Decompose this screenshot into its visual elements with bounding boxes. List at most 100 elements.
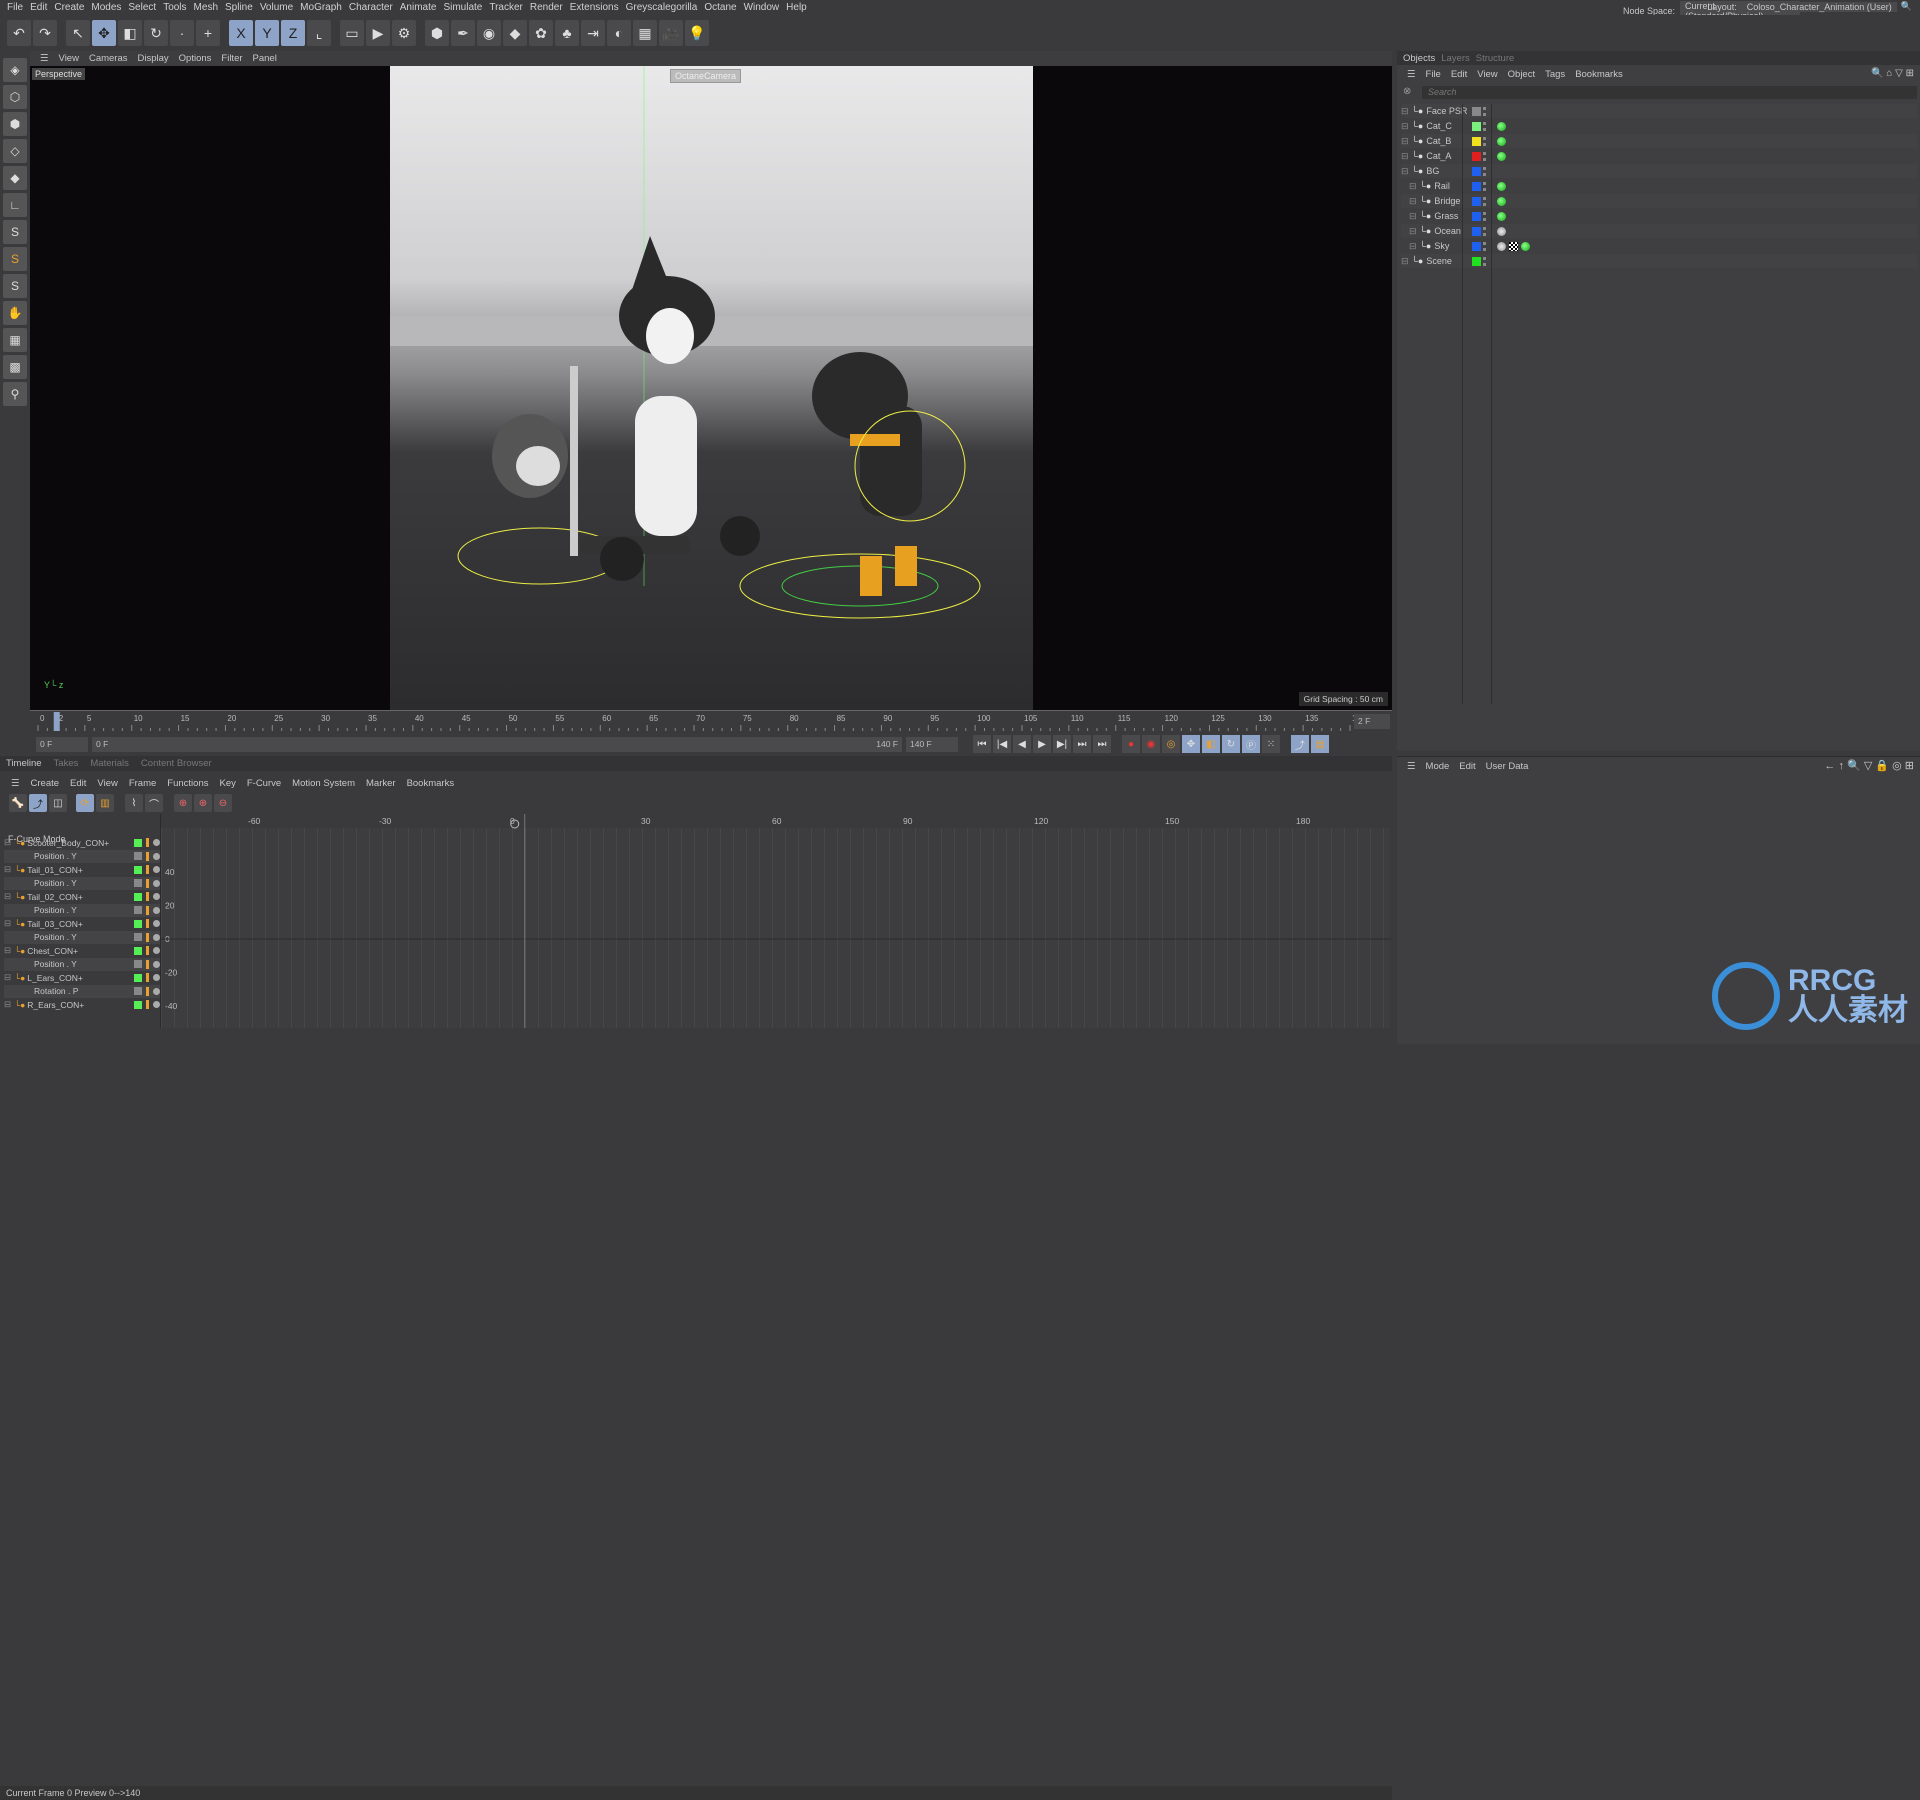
- visibility-dots-icon[interactable]: [1483, 196, 1486, 206]
- green-tag-icon[interactable]: [1521, 241, 1530, 251]
- model-mode-icon[interactable]: ⬡: [3, 85, 27, 109]
- track-layer-icon[interactable]: [146, 986, 149, 996]
- green-tag-icon[interactable]: [1497, 151, 1506, 161]
- menu-file[interactable]: File: [7, 2, 23, 13]
- object-name[interactable]: Cat_B: [1426, 136, 1451, 146]
- object-name[interactable]: Scene: [1426, 256, 1452, 266]
- move-icon[interactable]: ✥: [92, 20, 116, 46]
- green-tag-icon[interactable]: [1497, 181, 1506, 191]
- object-name[interactable]: Cat_A: [1426, 151, 1451, 161]
- track-solo-dot[interactable]: [153, 987, 160, 995]
- visibility-dots-icon[interactable]: [1483, 151, 1486, 161]
- tab-layers[interactable]: Layers: [1441, 53, 1470, 64]
- key-rotation-icon[interactable]: ↻: [1222, 735, 1240, 753]
- object-row[interactable]: ⊟ └● Rail: [1401, 179, 1917, 193]
- key-param-icon[interactable]: Ⓟ: [1242, 735, 1260, 753]
- viewport-menu-cameras[interactable]: Cameras: [89, 53, 128, 64]
- track-name[interactable]: Position . Y: [34, 905, 134, 915]
- track-name[interactable]: R_Ears_CON+: [27, 1000, 134, 1010]
- green-tag-icon[interactable]: [1497, 136, 1506, 146]
- object-row[interactable]: ⊟ └● Scene: [1401, 254, 1917, 268]
- viewport-menu-view[interactable]: View: [59, 53, 79, 64]
- deformer-icon[interactable]: ⇥: [581, 20, 605, 46]
- material-tag-icon[interactable]: [1497, 226, 1506, 236]
- record-icon[interactable]: ●: [1122, 735, 1140, 753]
- viewport[interactable]: Perspective OctaneCamera Grid Spacing : …: [30, 66, 1392, 710]
- menu-tools[interactable]: Tools: [163, 2, 186, 13]
- track-layer-icon[interactable]: [146, 878, 149, 888]
- menu-volume[interactable]: Volume: [260, 2, 293, 13]
- keyframe-selection-icon[interactable]: ◎: [1162, 735, 1180, 753]
- hamburger-icon[interactable]: ☰: [40, 53, 49, 64]
- mograph-icon[interactable]: ✿: [529, 20, 553, 46]
- remove-key-icon[interactable]: ⊖: [214, 794, 232, 812]
- f-curve-graph[interactable]: -60 -30 0 30 60 90 120 150 180 40 20 0 -20 -40: [160, 814, 1391, 1028]
- visibility-dots-icon[interactable]: [1483, 166, 1486, 176]
- visibility-dots-icon[interactable]: [1483, 211, 1486, 221]
- f-curve-mode-icon[interactable]: ⤴: [29, 794, 47, 812]
- object-menu-object[interactable]: Object: [1508, 69, 1535, 80]
- object-row[interactable]: ⊟ └● Cat_C: [1401, 119, 1917, 133]
- start-frame-field[interactable]: 0 F: [36, 736, 88, 752]
- green-tag-icon[interactable]: [1497, 196, 1506, 206]
- track-solo-dot[interactable]: [153, 933, 160, 941]
- timeline-menu-key[interactable]: Key: [219, 778, 235, 789]
- track-layer-icon[interactable]: [146, 892, 149, 901]
- motion-mode-icon[interactable]: ◫: [49, 794, 67, 812]
- timeline-menu-marker[interactable]: Marker: [366, 778, 396, 789]
- visibility-dots-icon[interactable]: [1483, 106, 1486, 116]
- up-arrow-icon[interactable]: ↑: [1838, 760, 1844, 772]
- grid-icon[interactable]: ▦: [3, 328, 27, 352]
- polygons-mode-icon[interactable]: ◆: [3, 166, 27, 190]
- edges-mode-icon[interactable]: ◇: [3, 139, 27, 163]
- search-input[interactable]: Search: [1422, 86, 1917, 99]
- axis-icon[interactable]: ∟: [3, 193, 27, 217]
- object-name[interactable]: Grass: [1434, 211, 1458, 221]
- timeline-ruler[interactable]: 0 2 5 10 15 20 25 30 35 40 45 50 55 60 65 70 75 80 85 90 95 1…: [30, 710, 1392, 732]
- expand-icon[interactable]: ⊟: [1409, 226, 1417, 237]
- track-layer-icon[interactable]: [146, 973, 149, 982]
- layer-color-swatch[interactable]: [1472, 121, 1481, 131]
- attribute-menu-mode[interactable]: Mode: [1426, 761, 1450, 772]
- preview-range-slider[interactable]: 0 F 140 F: [92, 736, 902, 752]
- collapse-icon[interactable]: ⊟: [4, 891, 11, 902]
- add-icon[interactable]: +: [196, 20, 220, 46]
- expand-icon[interactable]: ⊟: [1409, 181, 1417, 192]
- track-row[interactable]: Position . Y: [4, 930, 160, 944]
- track-name[interactable]: Tail_03_CON+: [27, 919, 134, 929]
- object-menu-bookmarks[interactable]: Bookmarks: [1575, 69, 1623, 80]
- render-settings-icon[interactable]: ⚙: [392, 20, 416, 46]
- object-row[interactable]: ⊟ └● Bridge: [1401, 194, 1917, 208]
- menu-select[interactable]: Select: [128, 2, 156, 13]
- object-menu-view[interactable]: View: [1477, 69, 1497, 80]
- menu-mesh[interactable]: Mesh: [194, 2, 218, 13]
- expand-icon[interactable]: ⊟: [1409, 196, 1417, 207]
- track-name[interactable]: Position . Y: [34, 878, 134, 888]
- expand-icon[interactable]: ⊟: [1401, 121, 1409, 132]
- timeline-menu-view[interactable]: View: [97, 778, 117, 789]
- layer-color-swatch[interactable]: [1472, 166, 1481, 176]
- layer-color-swatch[interactable]: [1472, 136, 1481, 146]
- green-tag-icon[interactable]: [1497, 121, 1506, 131]
- track-layer-icon[interactable]: [146, 865, 149, 874]
- x-axis-icon[interactable]: X: [229, 20, 253, 46]
- track-row[interactable]: ⊟ └● R_Ears_CON+: [4, 998, 160, 1011]
- object-name[interactable]: BG: [1426, 166, 1439, 176]
- prev-frame-icon[interactable]: ◀: [1013, 735, 1031, 753]
- object-row[interactable]: ⊟ └● Ocean: [1401, 224, 1917, 238]
- layout-dropdown[interactable]: Coloso_Character_Animation (User): [1741, 1, 1897, 12]
- timeline-menu-motion-system[interactable]: Motion System: [292, 778, 355, 789]
- loop-icon[interactable]: ⟳: [76, 794, 94, 812]
- subdiv-icon[interactable]: ◉: [477, 20, 501, 46]
- visibility-dots-icon[interactable]: [1483, 241, 1486, 251]
- dim-icon[interactable]: ·: [170, 20, 194, 46]
- tab-objects[interactable]: Objects: [1403, 53, 1435, 64]
- search-icon[interactable]: 🔍: [1847, 760, 1861, 772]
- track-layer-icon[interactable]: [146, 919, 149, 928]
- object-name[interactable]: Cat_C: [1426, 121, 1452, 131]
- y-axis-icon[interactable]: Y: [255, 20, 279, 46]
- visibility-dots-icon[interactable]: [1483, 121, 1486, 131]
- add-key-icon[interactable]: ⊕: [174, 794, 192, 812]
- collapse-icon[interactable]: ⊟: [4, 945, 11, 956]
- visibility-dots-icon[interactable]: [1483, 136, 1486, 146]
